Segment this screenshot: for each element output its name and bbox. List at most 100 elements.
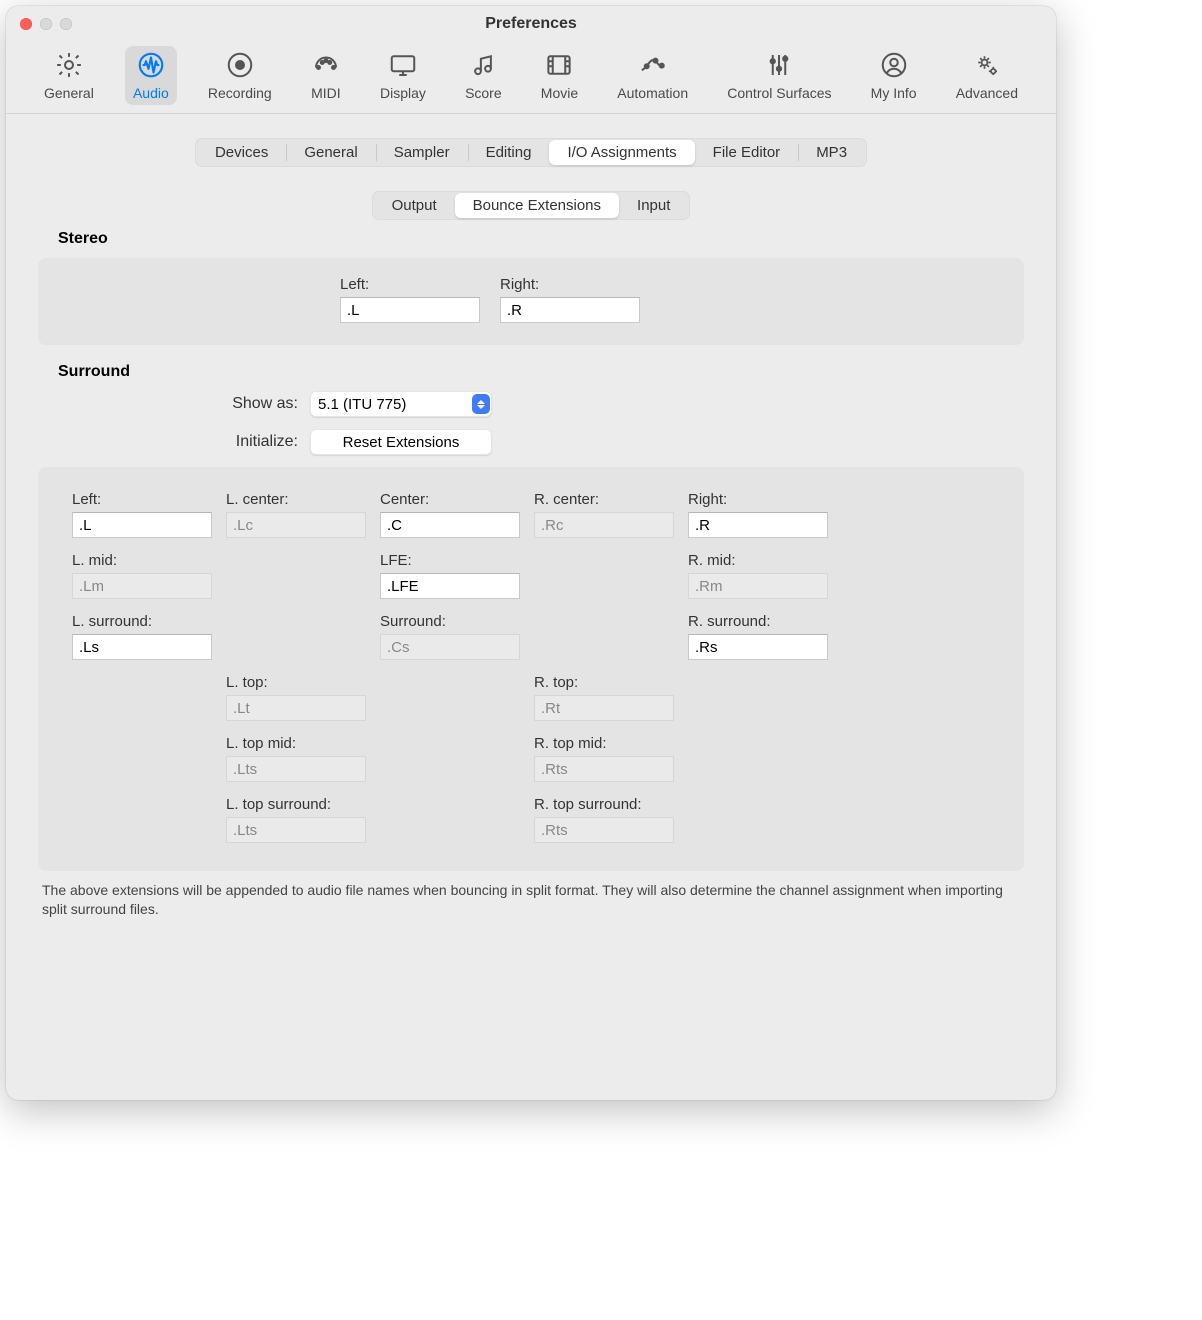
toolbar-tab-audio[interactable]: Audio: [125, 46, 177, 105]
midi-icon: [311, 50, 341, 83]
surround-surround-label: Surround:: [380, 613, 530, 630]
surround-heading: Surround: [58, 363, 1024, 381]
toolbar-tab-label: Display: [380, 85, 426, 101]
general-icon: [54, 50, 84, 83]
toolbar-tab-label: MIDI: [311, 85, 341, 101]
surround-left-label: Left:: [72, 491, 222, 508]
minimize-window-button: [40, 18, 52, 30]
surround-lfe-label: LFE:: [380, 552, 530, 569]
surround-r-center-label: R. center:: [534, 491, 684, 508]
stereo-left-input[interactable]: [340, 297, 480, 323]
content-area: OutputBounce ExtensionsInput Stereo Left…: [6, 167, 1056, 1100]
stereo-right-label: Right:: [500, 276, 640, 293]
toolbar-tab-automation[interactable]: Automation: [609, 46, 696, 105]
surround-l-mid-label: L. mid:: [72, 552, 222, 569]
surround-surround-input: [380, 634, 520, 660]
surround-center-label: Center:: [380, 491, 530, 508]
zoom-window-button: [60, 18, 72, 30]
surround-r-mid-label: R. mid:: [688, 552, 838, 569]
surround-r-top-surround-input: [534, 817, 674, 843]
surround-center-input[interactable]: [380, 512, 520, 538]
tab-editing[interactable]: Editing: [468, 140, 550, 165]
subtab-output[interactable]: Output: [374, 193, 455, 218]
stereo-panel: Left: Right:: [38, 258, 1024, 345]
surround-r-surround-input[interactable]: [688, 634, 828, 660]
tab-sampler[interactable]: Sampler: [376, 140, 468, 165]
toolbar-tab-label: Score: [465, 85, 502, 101]
automation-icon: [638, 50, 668, 83]
io-assignments-subtab-bar: OutputBounce ExtensionsInput: [372, 191, 691, 220]
subtab-bounce-extensions[interactable]: Bounce Extensions: [455, 193, 619, 218]
surround-right-label: Right:: [688, 491, 838, 508]
surfaces-icon: [764, 50, 794, 83]
surround-r-top-label: R. top:: [534, 674, 684, 691]
titlebar: Preferences: [6, 6, 1056, 42]
toolbar-tab-label: Advanced: [956, 85, 1018, 101]
toolbar-tab-general[interactable]: General: [36, 46, 102, 105]
surround-l-top-label: L. top:: [226, 674, 376, 691]
surround-r-top-mid-label: R. top mid:: [534, 735, 684, 752]
preferences-window: Preferences General Audio Recording MIDI Dis…: [6, 6, 1056, 1100]
surround-r-mid-input: [688, 573, 828, 599]
surround-l-top-input: [226, 695, 366, 721]
surround-r-center-input: [534, 512, 674, 538]
surround-l-surround-label: L. surround:: [72, 613, 222, 630]
surround-lfe-input[interactable]: [380, 573, 520, 599]
stereo-left-label: Left:: [340, 276, 480, 293]
toolbar-tab-advanced[interactable]: Advanced: [948, 46, 1026, 105]
close-window-button[interactable]: [20, 18, 32, 30]
movie-icon: [544, 50, 574, 83]
surround-l-surround-input[interactable]: [72, 634, 212, 660]
toolbar-tab-label: Audio: [133, 85, 169, 101]
surround-l-top-mid-input: [226, 756, 366, 782]
surround-right-input[interactable]: [688, 512, 828, 538]
toolbar-tab-display[interactable]: Display: [372, 46, 434, 105]
surround-l-top-surround-input: [226, 817, 366, 843]
initialize-label: Initialize:: [38, 433, 298, 451]
surround-panel: Left:L. center:Center:R. center:Right: L.…: [38, 467, 1024, 871]
surround-r-surround-label: R. surround:: [688, 613, 838, 630]
stereo-right-input[interactable]: [500, 297, 640, 323]
toolbar-tab-midi[interactable]: MIDI: [303, 46, 349, 105]
audio-icon: [136, 50, 166, 83]
surround-r-top-surround-label: R. top surround:: [534, 796, 684, 813]
reset-extensions-button[interactable]: Reset Extensions: [310, 429, 492, 455]
myinfo-icon: [879, 50, 909, 83]
toolbar-tab-label: My Info: [871, 85, 917, 101]
toolbar-tab-label: General: [44, 85, 94, 101]
toolbar-tab-score[interactable]: Score: [457, 46, 510, 105]
toolbar-tab-label: Control Surfaces: [727, 85, 831, 101]
display-icon: [388, 50, 418, 83]
tab-i-o-assignments[interactable]: I/O Assignments: [549, 140, 694, 165]
show-as-select[interactable]: 5.1 (ITU 775): [310, 391, 492, 417]
subtab-input[interactable]: Input: [619, 193, 688, 218]
tab-devices[interactable]: Devices: [197, 140, 286, 165]
toolbar-tab-surfaces[interactable]: Control Surfaces: [719, 46, 839, 105]
toolbar-tab-recording[interactable]: Recording: [200, 46, 280, 105]
surround-l-top-mid-label: L. top mid:: [226, 735, 376, 752]
toolbar-tab-movie[interactable]: Movie: [533, 46, 586, 105]
tab-mp3[interactable]: MP3: [798, 140, 865, 165]
show-as-label: Show as:: [38, 395, 298, 413]
surround-l-center-label: L. center:: [226, 491, 376, 508]
stereo-heading: Stereo: [58, 230, 1024, 248]
advanced-icon: [972, 50, 1002, 83]
score-icon: [468, 50, 498, 83]
audio-subtab-bar: DevicesGeneralSamplerEditingI/O Assignme…: [195, 138, 867, 167]
tab-file-editor[interactable]: File Editor: [695, 140, 799, 165]
surround-r-top-input: [534, 695, 674, 721]
surround-r-top-mid-input: [534, 756, 674, 782]
toolbar-tab-label: Recording: [208, 85, 272, 101]
select-arrows-icon: [472, 394, 490, 414]
toolbar-tab-label: Movie: [541, 85, 578, 101]
toolbar: General Audio Recording MIDI Display Score Mov…: [6, 42, 1056, 114]
surround-l-top-surround-label: L. top surround:: [226, 796, 376, 813]
toolbar-tab-myinfo[interactable]: My Info: [863, 46, 925, 105]
surround-left-input[interactable]: [72, 512, 212, 538]
footer-text: The above extensions will be appended to…: [38, 871, 1024, 925]
surround-l-center-input: [226, 512, 366, 538]
show-as-value: 5.1 (ITU 775): [318, 396, 406, 413]
surround-l-mid-input: [72, 573, 212, 599]
recording-icon: [225, 50, 255, 83]
tab-general[interactable]: General: [286, 140, 375, 165]
